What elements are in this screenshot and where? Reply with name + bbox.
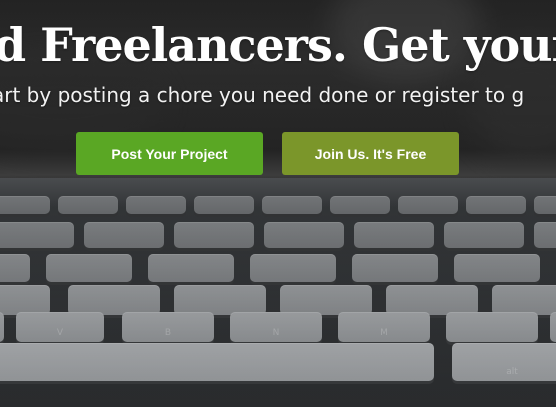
post-your-project-button[interactable]: Post Your Project [76, 132, 263, 175]
hero-headline: d Freelancers. Get your proj [0, 18, 556, 72]
hero-subheadline: art by posting a chore you need done or … [0, 83, 525, 107]
hero-section: V B N M alt d Freelancers. Get your proj… [0, 0, 556, 407]
join-us-button[interactable]: Join Us. It's Free [282, 132, 459, 175]
